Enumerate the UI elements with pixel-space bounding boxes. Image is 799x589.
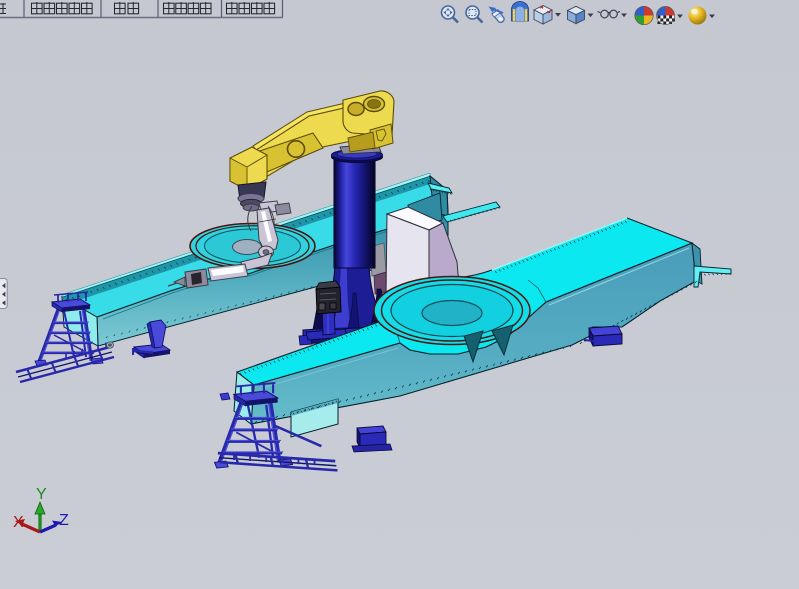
svg-text:Y: Y	[36, 486, 47, 503]
svg-text:X: X	[13, 514, 24, 531]
svg-text:Z: Z	[59, 512, 69, 529]
